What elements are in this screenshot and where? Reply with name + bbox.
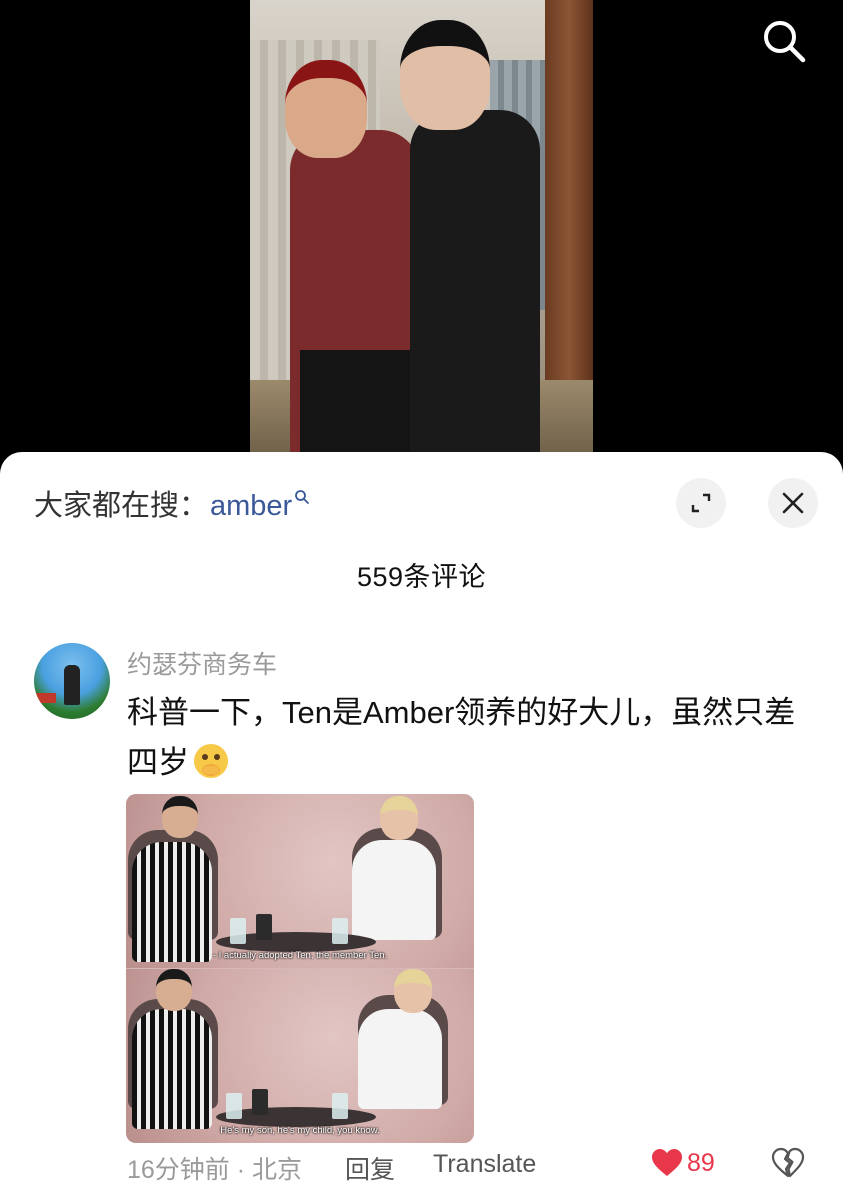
like-button[interactable]: 89: [651, 1148, 715, 1178]
expand-icon: [691, 493, 711, 513]
person-red-shirt: [290, 130, 420, 460]
reply-button[interactable]: 回复: [345, 1150, 395, 1186]
broken-heart-icon: [771, 1147, 805, 1178]
search-icon[interactable]: [758, 16, 810, 68]
dislike-button[interactable]: [771, 1146, 805, 1187]
close-icon: [782, 492, 804, 514]
like-count: 89: [687, 1148, 715, 1177]
hand-over-mouth-emoji: [191, 741, 231, 781]
close-button[interactable]: [768, 478, 818, 528]
hot-search[interactable]: 大家都在搜： amber: [34, 482, 310, 524]
avatar[interactable]: [34, 643, 110, 719]
comment-footer: 16分钟前 · 北京 回复 Translate 89: [127, 1147, 827, 1186]
video-player[interactable]: [0, 0, 843, 460]
person-red-head: [285, 60, 367, 158]
comment-time-location: 16分钟前 · 北京: [127, 1156, 303, 1184]
comment-count: 559条评论: [356, 562, 487, 592]
image-panel-bottom: He's my son, he's my child, you know.: [126, 969, 474, 1143]
person-black-head: [400, 20, 490, 130]
hot-search-prefix: 大家都在搜：: [34, 490, 209, 522]
translate-button[interactable]: Translate: [433, 1150, 536, 1179]
comment-username[interactable]: 约瑟芬商务车: [127, 645, 277, 681]
heart-icon: [652, 1149, 682, 1176]
hot-search-term[interactable]: amber: [210, 490, 292, 523]
subtitle-bottom: He's my son, he's my child, you know.: [220, 1125, 380, 1136]
video-frame: [250, 0, 593, 460]
person-black-jacket: [410, 110, 540, 460]
comments-sheet: 大家都在搜： amber 559条评论 约瑟芬商务车 科普一下，Ten是Ambe…: [0, 452, 843, 1199]
comment-image[interactable]: - I actually adopted Ten, the member Ten…: [126, 794, 474, 1143]
wood-panel: [545, 0, 593, 420]
comment-body: 科普一下，Ten是Amber领养的好大儿，虽然只差四岁: [127, 688, 807, 788]
expand-button[interactable]: [676, 478, 726, 528]
image-panel-top: - I actually adopted Ten, the member Ten…: [126, 794, 474, 968]
subtitle-top: - I actually adopted Ten, the member Ten…: [212, 950, 388, 961]
small-search-icon: [294, 480, 310, 504]
